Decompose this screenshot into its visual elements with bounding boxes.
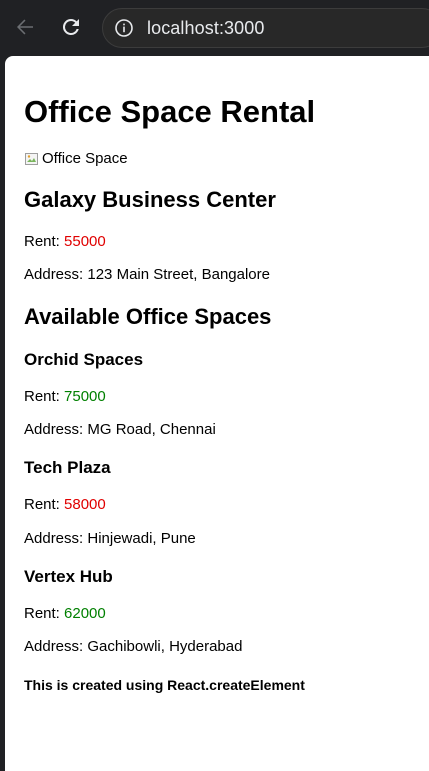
office-rent: Rent: 58000: [24, 495, 106, 515]
rent-value: 58000: [64, 496, 106, 513]
office-image: Office Space: [24, 150, 128, 168]
rent-label: Rent:: [24, 388, 65, 405]
address-value: MG Road, Chennai: [87, 421, 216, 438]
featured-office-name: Galaxy Business Center: [24, 187, 276, 212]
arrow-left-icon: [17, 19, 33, 35]
address-value: Gachibowli, Hyderabad: [87, 638, 243, 655]
address-label: Address:: [24, 421, 88, 438]
rent-label: Rent:: [24, 233, 65, 250]
rent-value: 62000: [64, 605, 106, 622]
url-text[interactable]: localhost:3000: [147, 18, 265, 38]
page-title: Office Space Rental: [24, 94, 316, 129]
footer-note: This is created using React.createElemen…: [24, 677, 305, 693]
office-name: Tech Plaza: [24, 458, 111, 477]
rent-value: 55000: [64, 233, 106, 250]
address-label: Address:: [24, 638, 88, 655]
address-bar[interactable]: localhost:3000: [102, 8, 429, 48]
address-label: Address:: [24, 530, 88, 547]
address-label: Address:: [24, 266, 88, 283]
rent-label: Rent:: [24, 496, 65, 513]
rent-label: Rent:: [24, 605, 65, 622]
browser-toolbar: localhost:3000: [0, 0, 429, 56]
office-rent: Rent: 75000: [24, 387, 106, 407]
back-button[interactable]: [7, 9, 43, 45]
reload-icon: [62, 18, 79, 35]
info-icon[interactable]: [114, 18, 134, 38]
office-name: Vertex Hub: [24, 567, 113, 586]
available-offices-heading: Available Office Spaces: [24, 304, 272, 329]
broken-image-icon: [25, 153, 38, 165]
office-address: Address: MG Road, Chennai: [24, 420, 216, 440]
address-value: Hinjewadi, Pune: [87, 530, 196, 547]
featured-office-address: Address: 123 Main Street, Bangalore: [24, 265, 270, 285]
featured-office-rent: Rent: 55000: [24, 232, 106, 252]
address-value: 123 Main Street, Bangalore: [87, 266, 270, 283]
office-address: Address: Gachibowli, Hyderabad: [24, 637, 242, 657]
office-address: Address: Hinjewadi, Pune: [24, 529, 196, 549]
office-image-alt: Office Space: [42, 150, 128, 167]
reload-button[interactable]: [53, 9, 89, 45]
page-viewport: Office Space Rental Office Space Galaxy …: [5, 56, 429, 771]
rent-value: 75000: [64, 388, 106, 405]
office-name: Orchid Spaces: [24, 350, 144, 369]
office-rent: Rent: 62000: [24, 604, 106, 624]
